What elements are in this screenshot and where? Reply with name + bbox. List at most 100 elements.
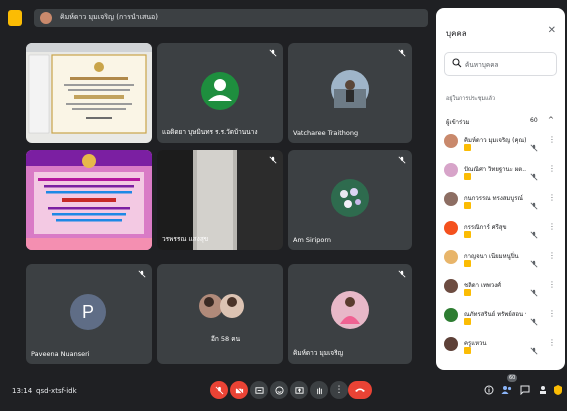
mic-off-icon (138, 270, 146, 278)
captions-button[interactable] (250, 381, 268, 399)
captions-icon (254, 386, 264, 394)
video-tile[interactable]: วรพรรณ แสงสุข (157, 150, 283, 250)
more-vert-icon[interactable]: ⋮ (548, 251, 556, 260)
more-options-button[interactable]: ⋮ (330, 381, 348, 399)
activities-icon[interactable] (536, 383, 550, 397)
mic-off-icon (530, 166, 538, 185)
section-label: อยู่ในการประชุมแล้ว (446, 96, 496, 102)
participant-name: คิมห์ดาว มุมเจริญ (คุณ) (464, 137, 526, 144)
mic-off-icon (530, 195, 538, 214)
group-label[interactable]: ผู้เข้าร่วม (446, 117, 470, 127)
video-tile[interactable]: Vatcharee Traithong (288, 43, 412, 143)
panel-title: บุคคล (446, 29, 467, 38)
emoji-button[interactable] (270, 381, 288, 399)
video-tile[interactable]: Am Siriporn (288, 150, 412, 250)
leave-call-button[interactable] (348, 381, 372, 399)
top-bar: คิมห์ดาว มุมเจริญ (การนำเสนอ) (8, 8, 428, 28)
avatar (444, 250, 458, 264)
more-vert-icon[interactable]: ⋮ (548, 222, 556, 231)
role-badge (464, 173, 471, 180)
participant-row[interactable]: กนกวรรณ ทรงสมบูรณ์ ⋮ (442, 189, 560, 213)
video-tile[interactable] (26, 150, 152, 250)
mic-off-icon (530, 282, 538, 301)
presentation-thumbnail (26, 43, 152, 134)
other-participants-avatars (199, 294, 244, 318)
mic-off-icon (530, 137, 538, 156)
host-controls-icon[interactable] (551, 383, 565, 397)
search-input[interactable]: ค้นหาบุคคล (444, 52, 557, 76)
raise-hand-button[interactable] (310, 381, 328, 399)
close-icon[interactable]: ✕ (548, 25, 556, 36)
participant-row[interactable]: ปัณณิศา วิทยฐานะ ผต... ⋮ (442, 160, 560, 184)
more-vert-icon[interactable]: ⋮ (548, 309, 556, 318)
more-vert-icon[interactable]: ⋮ (548, 193, 556, 202)
avatar-initial: P (81, 301, 94, 322)
video-tile[interactable]: คิมห์ดาว มุมเจริญ (288, 264, 412, 364)
present-button[interactable] (290, 381, 308, 399)
avatar (444, 163, 458, 177)
participant-name: ปัณณิศา วิทยฐานะ ผต... (464, 166, 526, 173)
role-badge (464, 347, 471, 354)
participant-name: คิมห์ดาว มุมเจริญ (293, 349, 344, 357)
mic-off-icon (530, 253, 538, 272)
more-vert-icon[interactable]: ⋮ (548, 135, 556, 144)
participant-name: กาญจนา เนียมหนูปิ่น (464, 253, 519, 260)
hang-up-icon (355, 388, 365, 392)
role-badge (464, 231, 471, 238)
participant-row[interactable]: กาญจนา เนียมหนูปิ่น ⋮ (442, 247, 560, 271)
participant-name: ชลิดา เทพวงศ์ (464, 282, 501, 289)
presentation-banner[interactable]: คิมห์ดาว มุมเจริญ (การนำเสนอ) (34, 9, 428, 27)
participant-row[interactable]: ชลิดา เทพวงศ์ ⋮ (442, 276, 560, 300)
more-vert-icon[interactable]: ⋮ (548, 164, 556, 173)
participant-name: ณภัทรสรินย์ ทรัพย์สอน ร.ร.บ... (464, 311, 526, 318)
avatar: P (70, 294, 106, 330)
chat-icon[interactable] (518, 383, 532, 397)
mic-off-icon (530, 340, 538, 359)
more-participants-label: อีก 58 คน (211, 335, 241, 343)
participant-row[interactable]: กรรณิการ์ ศรีสุข ⋮ (442, 218, 560, 242)
avatar (444, 337, 458, 351)
participant-name: วรพรรณ แสงสุข (162, 235, 209, 243)
avatar (444, 192, 458, 206)
group-count: 60 (530, 117, 538, 124)
avatar (331, 70, 369, 108)
more-vert-icon: ⋮ (334, 384, 344, 395)
meeting-code: qsd-xtsf-idk (36, 387, 77, 395)
participant-name: Am Siriporn (293, 236, 332, 244)
participant-name: กนกวรรณ ทรงสมบูรณ์ (464, 195, 523, 202)
participant-row[interactable]: ครูแหวน ⋮ (442, 334, 560, 358)
avatar (331, 179, 369, 217)
participant-name: Vatcharee Traithong (293, 129, 359, 137)
participant-name: ครูแหวน (464, 340, 487, 347)
video-tile-others[interactable]: อีก 58 คน (157, 264, 283, 364)
hand-icon (316, 387, 322, 394)
participant-name: Paveena Nuanseri (31, 350, 90, 358)
camera-off-icon (235, 386, 243, 394)
participant-row[interactable]: ณภัทรสรินย์ ทรัพย์สอน ร.ร.บ... ⋮ (442, 305, 560, 329)
participant-row[interactable]: คิมห์ดาว มุมเจริญ (คุณ) ⋮ (442, 131, 560, 155)
avatar (444, 279, 458, 293)
role-badge (464, 202, 471, 209)
video-tile[interactable]: แอดิดยา บุษมินทร ร.ร.วัดบ้านนาง (157, 43, 283, 143)
control-bar: 13:14 qsd-xtsf-idk ⋮ 60 (0, 374, 567, 411)
chevron-up-icon[interactable]: ^ (548, 116, 554, 124)
video-tile-presentation[interactable] (26, 43, 152, 143)
role-badge (464, 289, 471, 296)
more-vert-icon[interactable]: ⋮ (548, 280, 556, 289)
mic-off-icon (530, 311, 538, 330)
role-badge (464, 318, 471, 325)
mic-toggle-button[interactable] (210, 381, 228, 399)
more-vert-icon[interactable]: ⋮ (548, 338, 556, 347)
people-panel: บุคคล ✕ ค้นหาบุคคล อยู่ในการประชุมแล้ว ผ… (436, 8, 565, 370)
video-tile[interactable]: P Paveena Nuanseri (26, 264, 152, 364)
info-icon[interactable] (482, 383, 496, 397)
meet-logo-icon (8, 10, 22, 26)
present-icon (294, 386, 304, 394)
people-button[interactable] (500, 383, 514, 397)
mic-off-icon (530, 224, 538, 243)
participant-name: แอดิดยา บุษมินทร ร.ร.วัดบ้านนาง (162, 128, 258, 136)
role-badge (464, 260, 471, 267)
presenter-label: คิมห์ดาว มุมเจริญ (การนำเสนอ) (60, 13, 158, 21)
search-placeholder: ค้นหาบุคคล (465, 61, 499, 69)
camera-toggle-button[interactable] (230, 381, 248, 399)
